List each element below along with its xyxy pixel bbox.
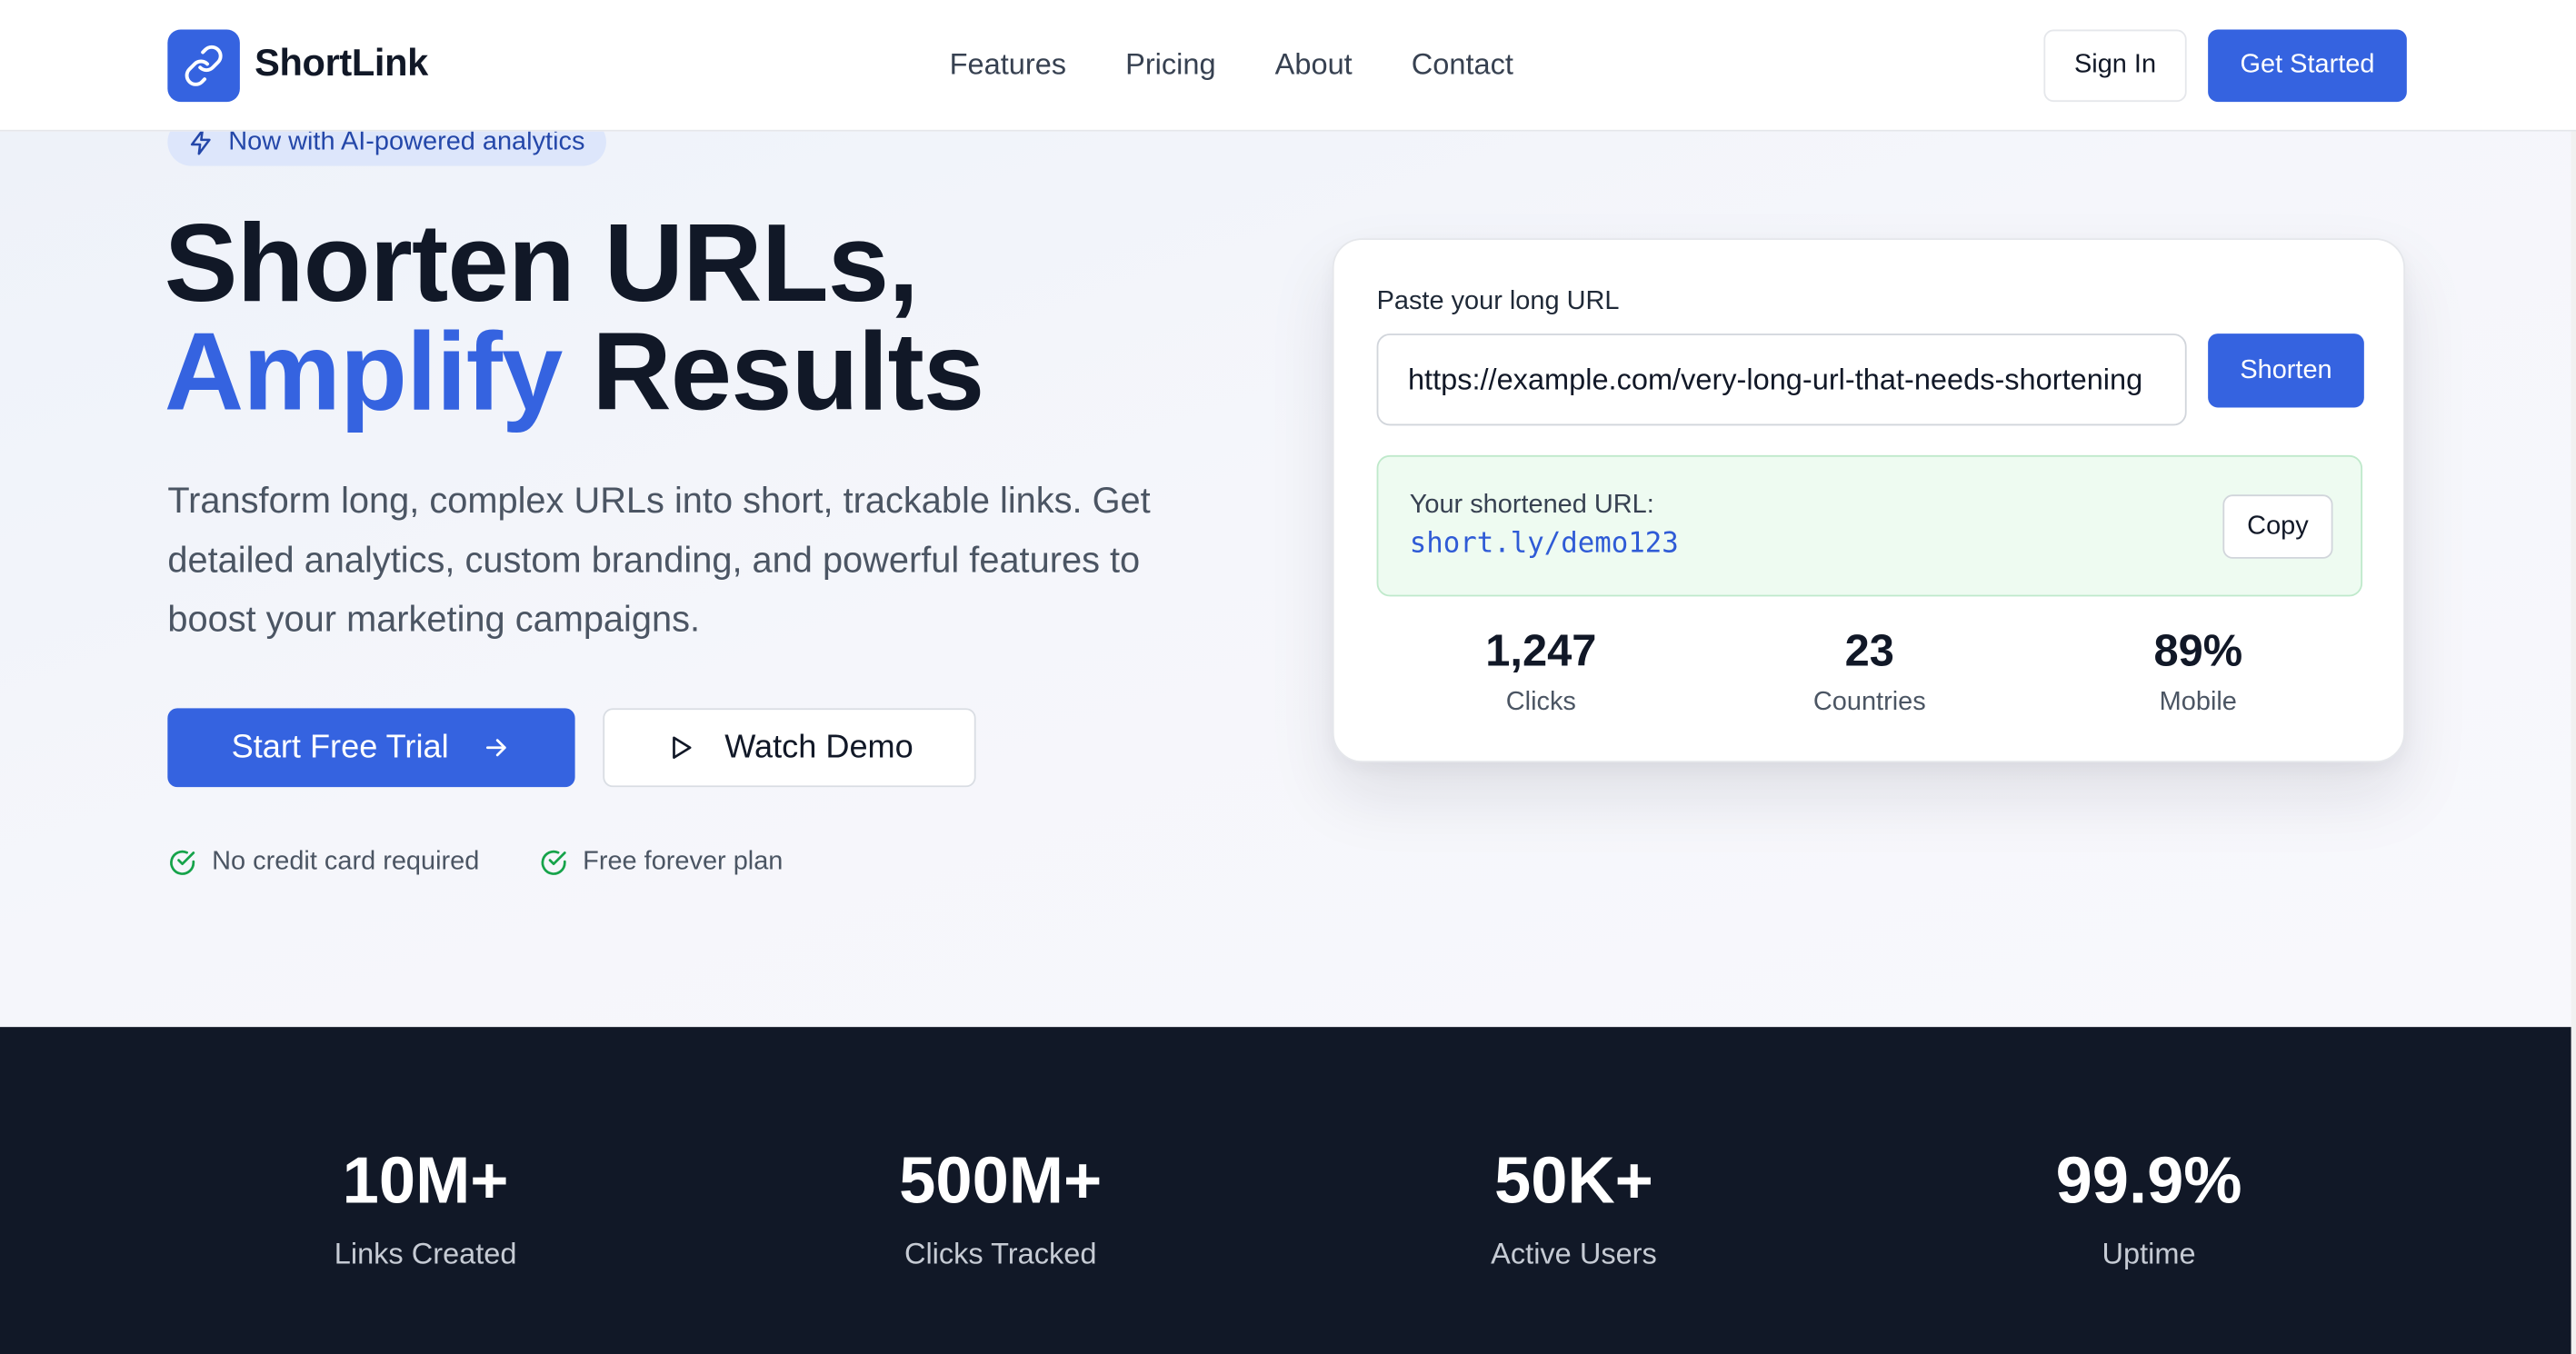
- band-stat-value: 10M+: [342, 1145, 509, 1218]
- nav-pricing[interactable]: Pricing: [1125, 47, 1215, 82]
- sign-in-button[interactable]: Sign In: [2043, 29, 2187, 103]
- scrollbar-track[interactable]: [2571, 0, 2576, 1354]
- watch-demo-label: Watch Demo: [724, 728, 914, 765]
- check-circle-icon: [541, 850, 566, 875]
- start-free-trial-label: Start Free Trial: [231, 728, 449, 765]
- shortener-demo-card: Paste your long URL Shorten Your shorten…: [1332, 238, 2406, 763]
- band-stat-links: 10M+ Links Created: [212, 1145, 639, 1271]
- hero-section: Now with AI-powered analytics Shorten UR…: [0, 131, 2576, 1028]
- hero-description: Transform long, complex URLs into short,…: [167, 480, 1151, 640]
- check-circle-icon: [170, 850, 195, 875]
- trust-points: No credit card required Free forever pla…: [167, 848, 783, 878]
- nav-contact[interactable]: Contact: [1412, 47, 1513, 82]
- stat-countries: 23 Countries: [1705, 624, 2033, 718]
- band-stat-uptime: 99.9% Uptime: [1935, 1145, 2362, 1271]
- badge-text: Now with AI-powered analytics: [228, 131, 585, 155]
- shorten-button[interactable]: Shorten: [2208, 334, 2364, 408]
- hero-title: Shorten URLs, Amplify Results: [164, 202, 985, 427]
- trust-point-label: No credit card required: [212, 848, 480, 876]
- band-stat-value: 500M+: [899, 1145, 1103, 1218]
- logo-mark[interactable]: [167, 29, 240, 103]
- band-stat-value: 99.9%: [2055, 1145, 2242, 1218]
- play-icon: [673, 736, 692, 759]
- band-stat-value: 50K+: [1494, 1145, 1653, 1218]
- brand-name[interactable]: ShortLink: [255, 41, 428, 85]
- band-stat-label: Links Created: [334, 1237, 517, 1270]
- hero-title-line1: Shorten URLs,: [164, 202, 919, 326]
- hero-title-line2: Amplify Results: [165, 317, 985, 427]
- shortened-url[interactable]: short.ly/demo123: [1410, 527, 1679, 560]
- lightning-icon: [190, 131, 211, 155]
- band-stat-users: 50K+ Active Users: [1361, 1145, 1788, 1271]
- trust-point: No credit card required: [167, 848, 479, 878]
- hero-title-rest: Results: [562, 310, 984, 434]
- band-stat-clicks: 500M+ Clicks Tracked: [787, 1145, 1214, 1271]
- site-header: ShortLink Features Pricing About Contact…: [0, 0, 2576, 132]
- shortened-result-box: Your shortened URL: short.ly/demo123 Cop…: [1376, 454, 2363, 597]
- start-free-trial-button[interactable]: Start Free Trial: [167, 708, 575, 788]
- stat-value: 23: [1844, 625, 1894, 676]
- trust-point-label: Free forever plan: [583, 848, 784, 876]
- long-url-input[interactable]: [1376, 334, 2187, 426]
- trust-point: Free forever plan: [538, 848, 783, 878]
- nav-about[interactable]: About: [1275, 47, 1353, 82]
- stat-mobile: 89% Mobile: [2034, 624, 2362, 718]
- stat-label: Countries: [1812, 688, 1926, 717]
- watch-demo-button[interactable]: Watch Demo: [603, 708, 976, 788]
- stat-value: 1,247: [1485, 625, 1597, 676]
- hero-title-accent: Amplify: [164, 310, 564, 434]
- stat-label: Clicks: [1505, 688, 1576, 717]
- band-stat-label: Clicks Tracked: [904, 1237, 1097, 1270]
- nav-features[interactable]: Features: [950, 47, 1066, 82]
- copy-button[interactable]: Copy: [2222, 494, 2333, 559]
- result-label: Your shortened URL:: [1409, 491, 1654, 520]
- stats-band: 10M+ Links Created 500M+ Clicks Tracked …: [0, 1027, 2576, 1354]
- arrow-right-icon: [486, 739, 506, 757]
- stat-value: 89%: [2153, 625, 2243, 676]
- announcement-badge[interactable]: Now with AI-powered analytics: [167, 131, 606, 166]
- page: ShortLink Features Pricing About Contact…: [0, 0, 2576, 1354]
- main-nav: Features Pricing About Contact: [950, 47, 1513, 82]
- band-stat-label: Uptime: [2102, 1237, 2196, 1270]
- link-icon: [185, 45, 223, 86]
- stat-clicks: 1,247 Clicks: [1377, 624, 1705, 718]
- get-started-button[interactable]: Get Started: [2208, 29, 2407, 103]
- band-stat-label: Active Users: [1491, 1237, 1657, 1270]
- url-input-label: Paste your long URL: [1376, 287, 1620, 316]
- link-stats: 1,247 Clicks 23 Countries 89% Mobile: [1377, 624, 2362, 718]
- stat-label: Mobile: [2159, 688, 2237, 717]
